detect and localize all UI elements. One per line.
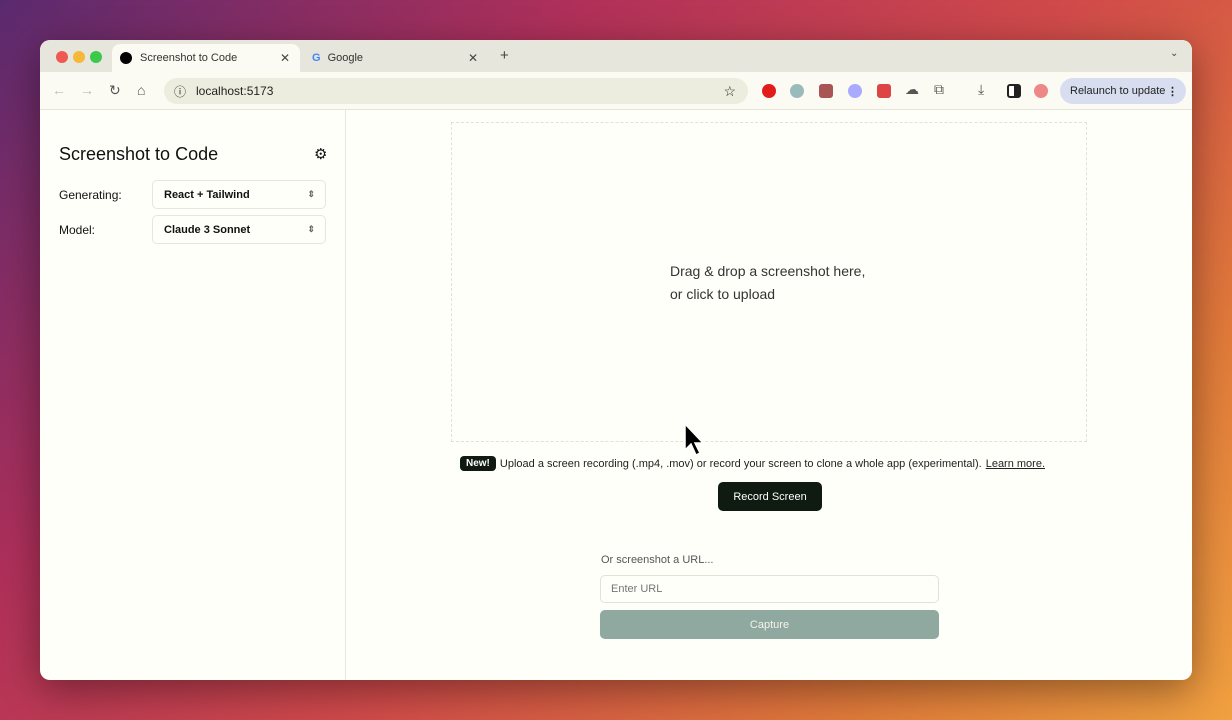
stack-value: React + Tailwind bbox=[164, 188, 250, 201]
sidebar: Screenshot to Code ⚙ Generating: React +… bbox=[40, 110, 346, 680]
chevron-updown-icon: ⇕ bbox=[307, 224, 315, 234]
close-tab-icon[interactable]: ✕ bbox=[280, 51, 290, 65]
browser-window: Screenshot to Code ✕ G Google ✕ + ⌄ ← → … bbox=[40, 40, 1192, 680]
tab-bar: Screenshot to Code ✕ G Google ✕ + ⌄ bbox=[40, 40, 1192, 72]
back-icon[interactable]: ← bbox=[52, 82, 66, 98]
tab-label: Google bbox=[327, 52, 364, 64]
settings-gear-icon[interactable]: ⚙ bbox=[314, 145, 327, 163]
url-label: Or screenshot a URL... bbox=[601, 554, 714, 566]
close-tab-icon[interactable]: ✕ bbox=[468, 51, 478, 65]
profile-avatar[interactable] bbox=[1034, 84, 1048, 98]
cloud-icon[interactable]: ☁ bbox=[905, 81, 919, 98]
mouse-cursor-icon bbox=[684, 422, 705, 457]
relaunch-label: Relaunch to update bbox=[1070, 85, 1166, 97]
dropzone-subtext: or click to upload bbox=[670, 286, 776, 302]
model-value: Claude 3 Sonnet bbox=[164, 223, 251, 236]
opera-extension-icon[interactable] bbox=[762, 84, 776, 98]
toolbar: ← → ↻ ⌂ ⓘ localhost:5173 ☆ ☁ ⧉ ⤓ Relaunc… bbox=[40, 72, 1192, 110]
extensions-puzzle-icon[interactable]: ⧉ bbox=[934, 81, 944, 98]
close-window-button[interactable] bbox=[56, 51, 68, 63]
model-select[interactable]: Claude 3 Sonnet ⇕ bbox=[152, 215, 326, 244]
chevron-updown-icon: ⇕ bbox=[307, 189, 315, 199]
tab-label: Screenshot to Code bbox=[140, 52, 238, 64]
generating-label: Generating: bbox=[59, 188, 122, 202]
reload-icon[interactable]: ↻ bbox=[109, 82, 121, 99]
google-icon: G bbox=[312, 52, 321, 64]
screenshot-dropzone[interactable]: Drag & drop a screenshot here, or click … bbox=[451, 122, 1087, 442]
app-title: Screenshot to Code bbox=[59, 144, 219, 164]
new-badge: New! bbox=[460, 456, 496, 471]
learn-more-link[interactable]: Learn more. bbox=[986, 458, 1045, 470]
extension-icon[interactable] bbox=[848, 84, 862, 98]
tab-google[interactable]: G Google ✕ bbox=[304, 44, 484, 72]
tab-screenshot-to-code[interactable]: Screenshot to Code ✕ bbox=[112, 44, 300, 72]
record-screen-button[interactable]: Record Screen bbox=[718, 482, 822, 511]
notice-text: Upload a screen recording (.mp4, .mov) o… bbox=[499, 457, 982, 470]
bookmark-star-icon[interactable]: ☆ bbox=[723, 83, 736, 100]
relaunch-button[interactable]: Relaunch to update ⋮ bbox=[1060, 78, 1186, 104]
extension-icon[interactable] bbox=[877, 84, 891, 98]
url-text: localhost:5173 bbox=[196, 84, 274, 98]
extension-icon[interactable] bbox=[790, 84, 804, 98]
dropzone-text: Drag & drop a screenshot here, bbox=[670, 263, 866, 279]
forward-icon[interactable]: → bbox=[80, 82, 94, 98]
url-input[interactable] bbox=[600, 575, 939, 603]
extension-icon[interactable] bbox=[819, 84, 833, 98]
new-tab-button[interactable]: + bbox=[500, 47, 509, 64]
favicon-icon bbox=[120, 52, 132, 64]
maximize-window-button[interactable] bbox=[90, 51, 102, 63]
minimize-window-button[interactable] bbox=[73, 51, 85, 63]
model-label: Model: bbox=[59, 223, 96, 237]
address-bar[interactable]: ⓘ localhost:5173 ☆ bbox=[164, 78, 748, 104]
video-notice: New! Upload a screen recording (.mp4, .m… bbox=[460, 456, 1045, 471]
capture-button[interactable]: Capture bbox=[600, 610, 939, 639]
tab-search-chevron-icon[interactable]: ⌄ bbox=[1170, 48, 1178, 59]
home-icon[interactable]: ⌂ bbox=[137, 82, 145, 98]
info-icon: ⓘ bbox=[174, 84, 187, 99]
stack-select[interactable]: React + Tailwind ⇕ bbox=[152, 180, 326, 209]
side-panel-icon[interactable] bbox=[1007, 84, 1021, 98]
menu-dots-icon[interactable]: ⋮ bbox=[1167, 85, 1178, 98]
download-icon[interactable]: ⤓ bbox=[978, 81, 984, 98]
